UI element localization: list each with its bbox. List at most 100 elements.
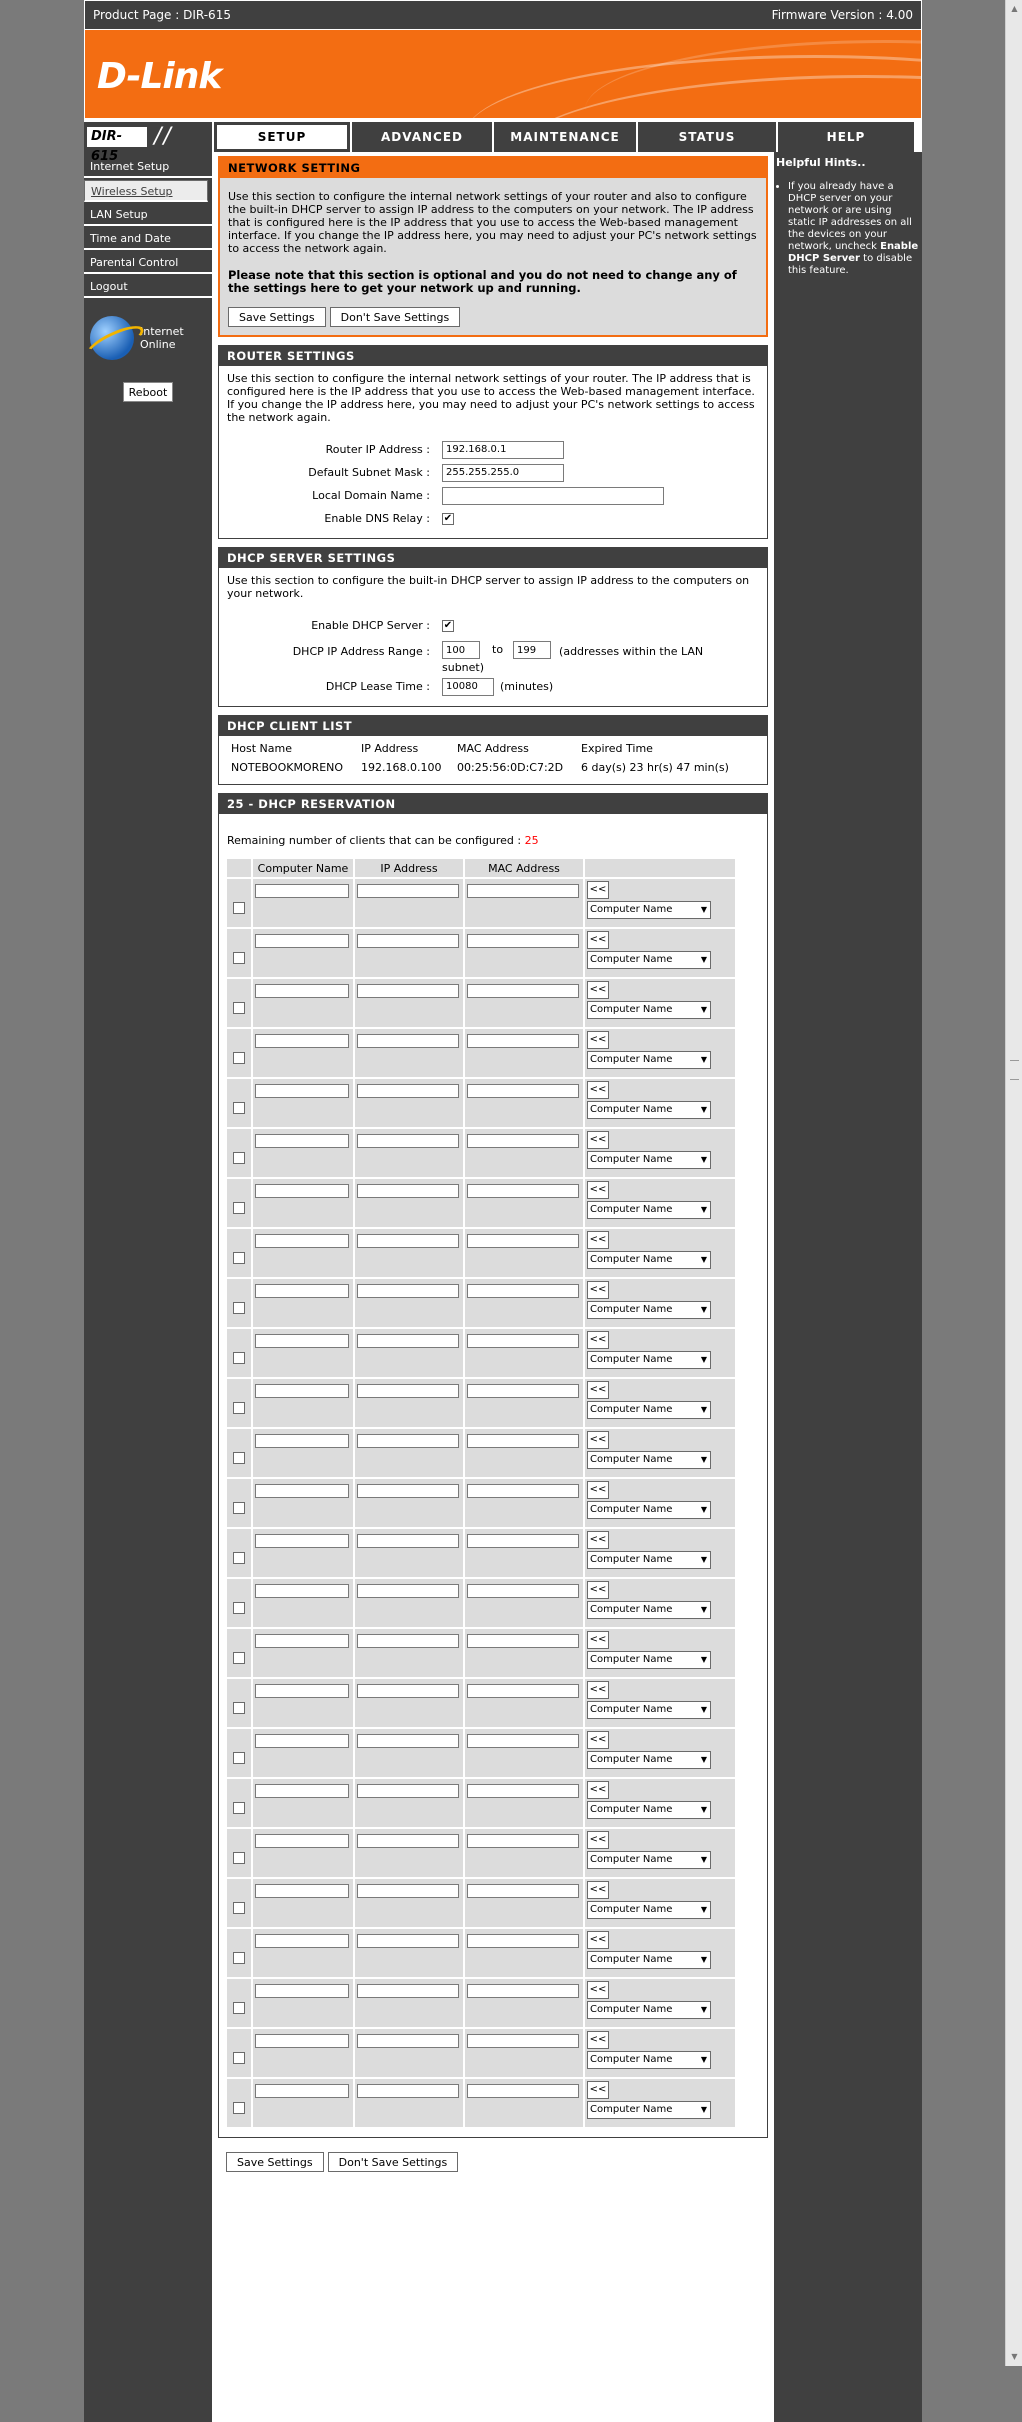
reservation-enable-checkbox[interactable] bbox=[233, 1401, 245, 1414]
computer-name-select[interactable]: Computer Name ▼ bbox=[587, 901, 711, 919]
reservation-computer-name-input[interactable] bbox=[255, 1083, 350, 1098]
reservation-mac-input[interactable] bbox=[467, 1833, 579, 1848]
reservation-mac-input[interactable] bbox=[467, 2033, 579, 2048]
copy-client-button[interactable]: << bbox=[587, 1431, 609, 1449]
reservation-mac-input[interactable] bbox=[467, 2083, 579, 2098]
reservation-computer-name-input[interactable] bbox=[255, 983, 350, 998]
reservation-mac-input[interactable] bbox=[467, 1083, 579, 1098]
copy-client-button[interactable]: << bbox=[587, 1231, 609, 1249]
reservation-ip-input[interactable] bbox=[357, 1633, 459, 1648]
dhcp-range-start-input[interactable] bbox=[442, 641, 480, 659]
reservation-enable-checkbox[interactable] bbox=[233, 901, 245, 914]
copy-client-button[interactable]: << bbox=[587, 1281, 609, 1299]
reservation-computer-name-input[interactable] bbox=[255, 1183, 350, 1198]
copy-client-button[interactable]: << bbox=[587, 2081, 609, 2099]
computer-name-select[interactable]: Computer Name ▼ bbox=[587, 1701, 711, 1719]
reservation-mac-input[interactable] bbox=[467, 1783, 579, 1798]
reservation-computer-name-input[interactable] bbox=[255, 1433, 350, 1448]
reservation-mac-input[interactable] bbox=[467, 1733, 579, 1748]
reservation-ip-input[interactable] bbox=[357, 1333, 459, 1348]
reservation-enable-checkbox[interactable] bbox=[233, 1951, 245, 1964]
reservation-computer-name-input[interactable] bbox=[255, 1333, 350, 1348]
scroll-up-icon[interactable]: ▲ bbox=[1008, 2, 1021, 16]
reservation-ip-input[interactable] bbox=[357, 1783, 459, 1798]
copy-client-button[interactable]: << bbox=[587, 1381, 609, 1399]
sidebar-item-lan-setup[interactable]: LAN Setup bbox=[84, 204, 212, 226]
copy-client-button[interactable]: << bbox=[587, 1331, 609, 1349]
reservation-ip-input[interactable] bbox=[357, 983, 459, 998]
reservation-enable-checkbox[interactable] bbox=[233, 951, 245, 964]
reservation-ip-input[interactable] bbox=[357, 1733, 459, 1748]
copy-client-button[interactable]: << bbox=[587, 1581, 609, 1599]
copy-client-button[interactable]: << bbox=[587, 1681, 609, 1699]
reservation-ip-input[interactable] bbox=[357, 1283, 459, 1298]
reservation-mac-input[interactable] bbox=[467, 1383, 579, 1398]
dont-save-settings-button[interactable]: Don't Save Settings bbox=[329, 307, 461, 327]
reservation-mac-input[interactable] bbox=[467, 1683, 579, 1698]
reservation-enable-checkbox[interactable] bbox=[233, 1701, 245, 1714]
reservation-enable-checkbox[interactable] bbox=[233, 1451, 245, 1464]
reservation-enable-checkbox[interactable] bbox=[233, 1751, 245, 1764]
reservation-computer-name-input[interactable] bbox=[255, 1533, 350, 1548]
dont-save-settings-button-bottom[interactable]: Don't Save Settings bbox=[327, 2152, 459, 2172]
computer-name-select[interactable]: Computer Name ▼ bbox=[587, 1951, 711, 1969]
enable-dhcp-checkbox[interactable]: ✔ bbox=[442, 619, 454, 632]
reservation-enable-checkbox[interactable] bbox=[233, 1251, 245, 1264]
computer-name-select[interactable]: Computer Name ▼ bbox=[587, 1851, 711, 1869]
reservation-ip-input[interactable] bbox=[357, 2033, 459, 2048]
reservation-enable-checkbox[interactable] bbox=[233, 1551, 245, 1564]
sidebar-item-logout[interactable]: Logout bbox=[84, 276, 212, 298]
reservation-mac-input[interactable] bbox=[467, 1933, 579, 1948]
computer-name-select[interactable]: Computer Name ▼ bbox=[587, 1001, 711, 1019]
reservation-mac-input[interactable] bbox=[467, 1133, 579, 1148]
reservation-enable-checkbox[interactable] bbox=[233, 1301, 245, 1314]
reservation-computer-name-input[interactable] bbox=[255, 1383, 350, 1398]
computer-name-select[interactable]: Computer Name ▼ bbox=[587, 2051, 711, 2069]
copy-client-button[interactable]: << bbox=[587, 1081, 609, 1099]
reservation-ip-input[interactable] bbox=[357, 1683, 459, 1698]
reservation-computer-name-input[interactable] bbox=[255, 1133, 350, 1148]
computer-name-select[interactable]: Computer Name ▼ bbox=[587, 1151, 711, 1169]
save-settings-button-bottom[interactable]: Save Settings bbox=[226, 2152, 324, 2172]
reservation-computer-name-input[interactable] bbox=[255, 1233, 350, 1248]
subnet-mask-input[interactable] bbox=[442, 463, 564, 482]
router-ip-input[interactable] bbox=[442, 440, 564, 459]
reservation-enable-checkbox[interactable] bbox=[233, 1001, 245, 1014]
reservation-computer-name-input[interactable] bbox=[255, 1583, 350, 1598]
reservation-mac-input[interactable] bbox=[467, 1333, 579, 1348]
sidebar-item-parental-control[interactable]: Parental Control bbox=[84, 252, 212, 274]
reservation-mac-input[interactable] bbox=[467, 1433, 579, 1448]
reservation-computer-name-input[interactable] bbox=[255, 1033, 350, 1048]
computer-name-select[interactable]: Computer Name ▼ bbox=[587, 1651, 711, 1669]
reservation-computer-name-input[interactable] bbox=[255, 1933, 350, 1948]
copy-client-button[interactable]: << bbox=[587, 1531, 609, 1549]
computer-name-select[interactable]: Computer Name ▼ bbox=[587, 1751, 711, 1769]
computer-name-select[interactable]: Computer Name ▼ bbox=[587, 951, 711, 969]
reservation-enable-checkbox[interactable] bbox=[233, 2101, 245, 2114]
copy-client-button[interactable]: << bbox=[587, 1881, 609, 1899]
reservation-mac-input[interactable] bbox=[467, 1483, 579, 1498]
reservation-mac-input[interactable] bbox=[467, 1233, 579, 1248]
computer-name-select[interactable]: Computer Name ▼ bbox=[587, 1351, 711, 1369]
reservation-ip-input[interactable] bbox=[357, 1433, 459, 1448]
tab-advanced[interactable]: ADVANCED bbox=[352, 122, 492, 152]
scroll-grip[interactable] bbox=[1010, 1060, 1019, 1080]
copy-client-button[interactable]: << bbox=[587, 1831, 609, 1849]
copy-client-button[interactable]: << bbox=[587, 1481, 609, 1499]
reservation-ip-input[interactable] bbox=[357, 883, 459, 898]
reservation-computer-name-input[interactable] bbox=[255, 1733, 350, 1748]
reservation-mac-input[interactable] bbox=[467, 1633, 579, 1648]
reservation-computer-name-input[interactable] bbox=[255, 883, 350, 898]
scroll-down-icon[interactable]: ▼ bbox=[1008, 2350, 1021, 2364]
reservation-enable-checkbox[interactable] bbox=[233, 2051, 245, 2064]
reservation-computer-name-input[interactable] bbox=[255, 1783, 350, 1798]
copy-client-button[interactable]: << bbox=[587, 931, 609, 949]
computer-name-select[interactable]: Computer Name ▼ bbox=[587, 2101, 711, 2119]
reservation-enable-checkbox[interactable] bbox=[233, 1801, 245, 1814]
computer-name-select[interactable]: Computer Name ▼ bbox=[587, 1251, 711, 1269]
reservation-mac-input[interactable] bbox=[467, 1283, 579, 1298]
reservation-computer-name-input[interactable] bbox=[255, 1983, 350, 1998]
copy-client-button[interactable]: << bbox=[587, 1731, 609, 1749]
copy-client-button[interactable]: << bbox=[587, 2031, 609, 2049]
computer-name-select[interactable]: Computer Name ▼ bbox=[587, 1101, 711, 1119]
